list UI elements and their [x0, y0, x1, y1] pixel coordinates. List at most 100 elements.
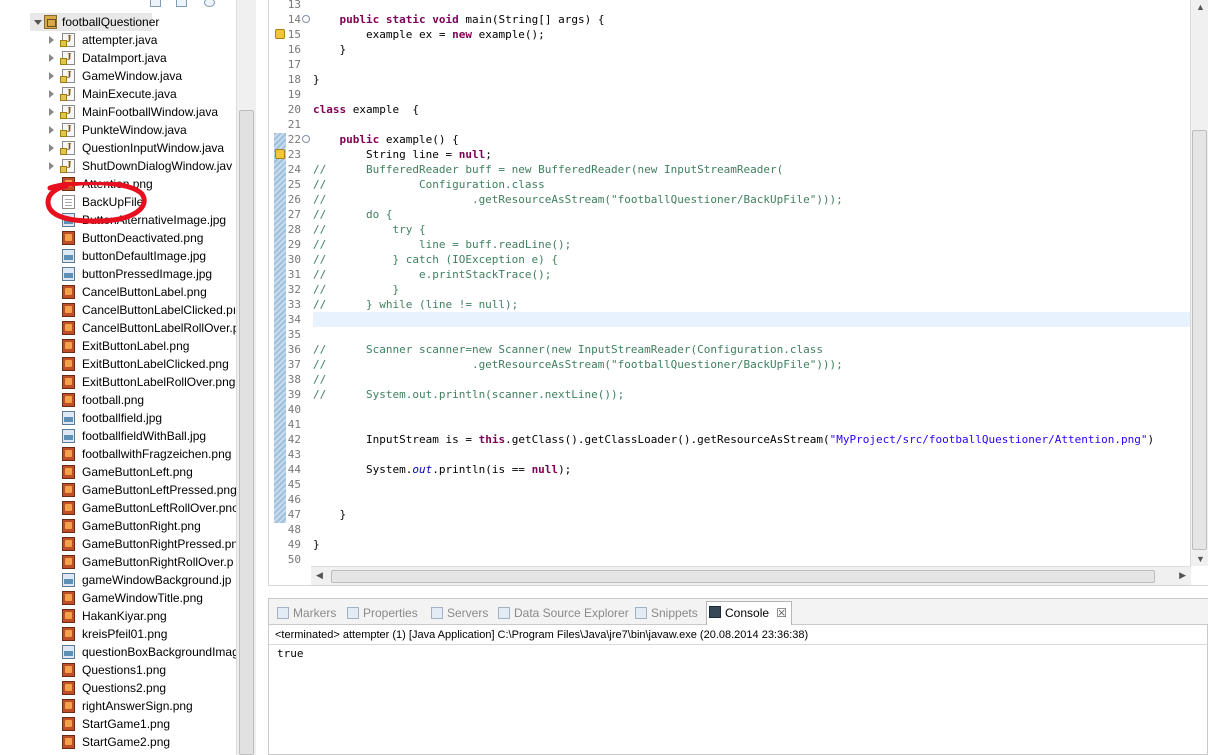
code-line[interactable]: // } while (line != null); [313, 297, 518, 312]
tree-item[interactable]: CancelButtonLabelClicked.pı [0, 301, 236, 319]
tree-item[interactable]: StartGame1.png [0, 715, 236, 733]
tree-item[interactable]: gameWindowBackground.jp [0, 571, 236, 589]
tree-item[interactable]: buttonPressedImage.jpg [0, 265, 236, 283]
tree-item[interactable]: ButtonAlternativeImage.jpg [0, 211, 236, 229]
tree-item[interactable]: ExitButtonLabel.png [0, 337, 236, 355]
editor-vertical-scrollbar[interactable]: ▲ ▼ [1190, 0, 1208, 566]
tree-project-root[interactable]: footballQuestioner [30, 13, 159, 31]
tree-item[interactable]: CancelButtonLabel.png [0, 283, 236, 301]
tab-markers[interactable]: Markers [275, 603, 336, 623]
console-output[interactable]: true [277, 647, 304, 660]
tree-item[interactable]: GameButtonLeftRollOver.pno [0, 499, 239, 517]
code-line[interactable]: // Configuration.class [313, 177, 545, 192]
code-editor[interactable]: 13 14 15 16 17 18 19 20 21 22 23 24 25 26 27 28 29 30 31 32… [268, 0, 1208, 586]
editor-horizontal-scrollbar[interactable]: ◀ ▶ [311, 566, 1191, 585]
tree-item[interactable]: QuestionInputWindow.java [0, 139, 236, 157]
tree-item[interactable]: PunkteWindow.java [0, 121, 236, 139]
tree-item[interactable]: Attention.png [0, 175, 236, 193]
tab-servers[interactable]: Servers [429, 603, 488, 623]
code-line[interactable]: // .getResourceAsStream("footballQuestio… [313, 357, 843, 372]
code-line[interactable]: String line = null; [313, 147, 492, 162]
tree-item[interactable]: rightAnswerSign.png [0, 697, 236, 715]
tree-item[interactable]: BackUpFile [0, 193, 236, 211]
code-line[interactable]: // do { [313, 207, 392, 222]
expand-arrow-icon[interactable] [49, 36, 54, 44]
scroll-left-icon[interactable]: ◀ [316, 570, 323, 581]
tree-item[interactable]: footballfieldWithBall.jpg [0, 427, 236, 445]
code-line[interactable]: } [313, 507, 346, 522]
tree-item[interactable]: GameButtonRightPressed.pn [0, 535, 238, 553]
expand-arrow-icon[interactable] [49, 72, 54, 80]
code-line[interactable]: // line = buff.readLine(); [313, 237, 571, 252]
code-line[interactable]: public static void main(String[] args) { [313, 12, 605, 27]
expand-arrow-icon[interactable] [49, 108, 54, 116]
code-line[interactable]: // System.out.println(scanner.nextLine()… [313, 387, 624, 402]
expand-arrow-icon[interactable] [49, 126, 54, 134]
view-menu-icon[interactable] [204, 0, 215, 7]
code-line[interactable]: // Scanner scanner=new Scanner(new Input… [313, 342, 823, 357]
scroll-right-icon[interactable]: ▶ [1179, 570, 1186, 581]
code-line[interactable]: // .getResourceAsStream("footballQuestio… [313, 192, 843, 207]
tree-item[interactable]: GameButtonLeft.png [0, 463, 236, 481]
code-line[interactable]: System.out.println(is == null); [313, 462, 571, 477]
tab-properties[interactable]: Properties [345, 603, 418, 623]
tree-item[interactable]: GameButtonLeftPressed.png [0, 481, 237, 499]
scroll-down-icon[interactable]: ▼ [1196, 554, 1205, 564]
tree-item[interactable]: MainExecute.java [0, 85, 236, 103]
code-line[interactable]: // [313, 372, 326, 387]
code-line[interactable]: // e.printStackTrace(); [313, 267, 551, 282]
tree-item[interactable]: Questions1.png [0, 661, 236, 679]
tree-item[interactable]: ExitButtonLabelClicked.png [0, 355, 236, 373]
code-line[interactable]: InputStream is = this.getClass().getClas… [313, 432, 1154, 447]
explorer-scrollbar[interactable] [236, 0, 256, 755]
code-line[interactable]: // BufferedReader buff = new BufferedRea… [313, 162, 783, 177]
tree-item[interactable]: buttonDefaultImage.jpg [0, 247, 236, 265]
code-line[interactable]: class example { [313, 102, 419, 117]
tree-item[interactable]: GameButtonRight.png [0, 517, 236, 535]
code-line[interactable]: // } catch (IOException e) { [313, 252, 558, 267]
tree-item[interactable]: ShutDownDialogWindow.jav [0, 157, 236, 175]
fold-toggle-icon[interactable] [302, 135, 310, 143]
tree-item[interactable]: questionBoxBackgroundImag [0, 643, 239, 661]
close-icon[interactable]: ☒ [776, 602, 787, 624]
editor-vertical-scrollbar-thumb[interactable] [1192, 130, 1207, 550]
code-area[interactable]: public static void main(String[] args) {… [313, 0, 1191, 566]
tree-item[interactable]: GameButtonRightRollOver.p [0, 553, 236, 571]
explorer-scrollbar-thumb[interactable] [239, 110, 254, 755]
fold-toggle-icon[interactable] [302, 15, 310, 23]
tree-item[interactable]: StartGame2.png [0, 733, 236, 751]
tree-item[interactable]: Questions2.png [0, 679, 236, 697]
code-line[interactable]: example ex = new example(); [313, 27, 545, 42]
expand-arrow-icon[interactable] [49, 144, 54, 152]
tab-console[interactable]: Console ☒ [706, 601, 793, 625]
tree-item[interactable]: footballfield.jpg [0, 409, 236, 427]
link-with-editor-icon[interactable] [176, 0, 187, 7]
tree-item[interactable]: DataImport.java [0, 49, 236, 67]
tree-item[interactable]: kreisPfeil01.png [0, 625, 236, 643]
collapse-all-icon[interactable] [150, 0, 161, 7]
collapse-arrow-icon[interactable] [34, 20, 42, 25]
expand-arrow-icon[interactable] [49, 54, 54, 62]
code-line[interactable]: public example() { [313, 132, 459, 147]
tree-item[interactable]: footballwithFragzeichen.png [0, 445, 236, 463]
warning-marker-icon[interactable] [275, 149, 285, 159]
tree-item[interactable]: HakanKiyar.png [0, 607, 236, 625]
tab-data-source-explorer[interactable]: Data Source Explorer [496, 603, 629, 623]
code-line[interactable]: } [313, 42, 346, 57]
expand-arrow-icon[interactable] [49, 162, 54, 170]
tree-item[interactable]: attempter.java [0, 31, 236, 49]
tree-item[interactable]: football.png [0, 391, 236, 409]
tree-item[interactable]: GameWindow.java [0, 67, 236, 85]
tab-snippets[interactable]: Snippets [633, 603, 698, 623]
editor-horizontal-scrollbar-thumb[interactable] [331, 570, 1155, 583]
tree-item[interactable]: CancelButtonLabelRollOver.p [0, 319, 239, 337]
code-line[interactable]: // } [313, 282, 399, 297]
code-line[interactable]: // try { [313, 222, 426, 237]
code-line[interactable]: } [313, 72, 320, 87]
code-line[interactable]: } [313, 537, 320, 552]
warning-marker-icon[interactable] [275, 29, 285, 39]
tree-item[interactable]: ExitButtonLabelRollOver.png [0, 373, 236, 391]
tree-item[interactable]: MainFootballWindow.java [0, 103, 236, 121]
tree-item[interactable]: GameWindowTitle.png [0, 589, 236, 607]
expand-arrow-icon[interactable] [49, 90, 54, 98]
